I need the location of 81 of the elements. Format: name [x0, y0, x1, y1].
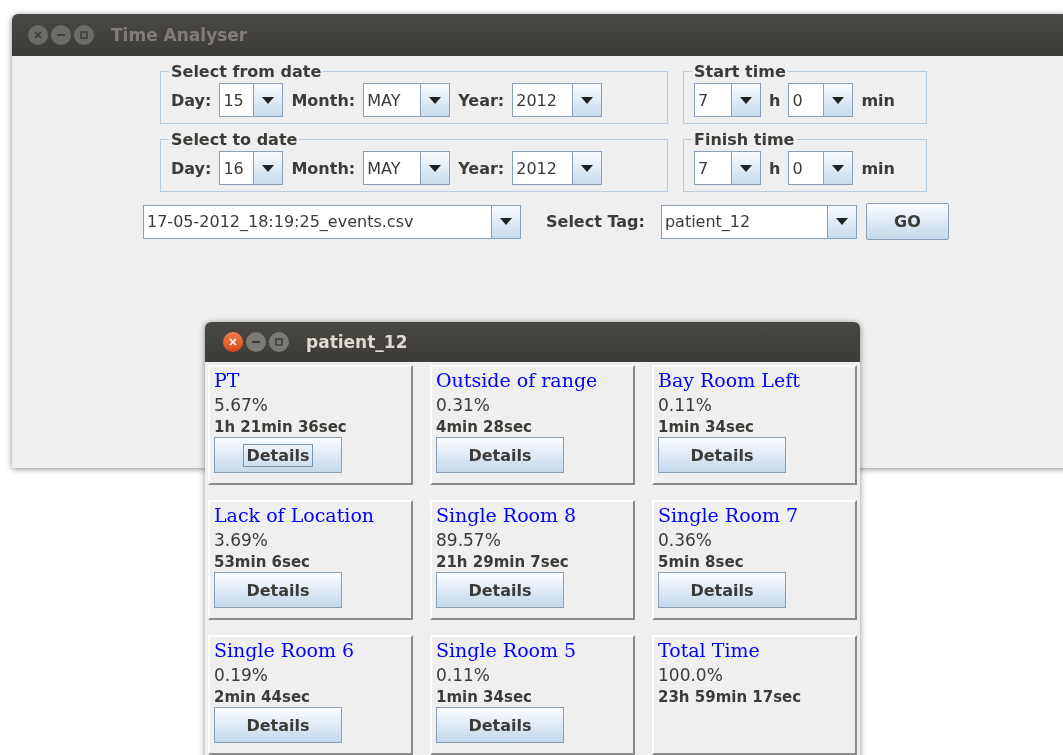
duration: 23h 59min 17sec [658, 687, 802, 707]
details-button[interactable]: Details [436, 707, 564, 743]
group-title: Select to date [170, 130, 299, 149]
dropdown[interactable]: MAY [363, 151, 451, 185]
details-button[interactable]: Details [214, 707, 342, 743]
caret-icon [500, 218, 512, 225]
field-label: Year: [458, 158, 505, 178]
caret-icon [740, 164, 752, 172]
details-button[interactable]: Details [658, 572, 786, 608]
dropdown[interactable]: 0 [788, 151, 854, 185]
dropdown[interactable]: 2012 [512, 151, 603, 185]
details-button[interactable]: Details [214, 572, 342, 608]
duration: 2min 44sec [214, 687, 310, 707]
close-icon[interactable] [223, 332, 243, 352]
details-button[interactable]: Details [436, 572, 564, 608]
go-button[interactable]: GO [865, 203, 949, 240]
location-name: Single Room 8 [436, 503, 577, 528]
duration: 1min 34sec [436, 687, 532, 707]
field-label: Year: [458, 90, 505, 110]
group-title: Start time [693, 62, 787, 81]
maximize-icon[interactable] [269, 332, 289, 352]
unit-label: min [861, 90, 895, 110]
caret-icon [262, 164, 275, 172]
unit-label: h [769, 90, 781, 110]
duration: 4min 28sec [436, 417, 532, 437]
location-name: PT [214, 368, 240, 393]
percentage: 0.19% [214, 664, 268, 687]
group-title: Select from date [170, 62, 323, 81]
duration: 53min 6sec [214, 552, 310, 572]
percentage: 5.67% [214, 394, 268, 417]
field-label: Month: [291, 158, 356, 178]
percentage: 0.31% [436, 394, 490, 417]
location-name: Lack of Location [214, 503, 375, 528]
unit-label: h [769, 158, 781, 178]
caret-icon [832, 96, 845, 104]
details-button[interactable]: Details [214, 437, 342, 473]
dropdown[interactable]: 2012 [512, 83, 603, 117]
duration: 1h 21min 36sec [214, 417, 347, 437]
percentage: 0.11% [658, 394, 712, 417]
percentage: 3.69% [214, 529, 268, 552]
window-title: patient_12 [306, 332, 408, 352]
caret-icon [581, 164, 594, 172]
details-button[interactable]: Details [436, 437, 564, 473]
caret-icon [835, 218, 848, 225]
duration: 5min 8sec [658, 552, 744, 572]
maximize-icon[interactable] [74, 25, 94, 45]
location-name: Total Time [658, 638, 760, 663]
window-title: Time Analyser [111, 25, 248, 45]
duration: 1min 34sec [658, 417, 754, 437]
percentage: 0.36% [658, 529, 712, 552]
location-name: Outside of range [436, 368, 598, 393]
dropdown[interactable]: 7 [694, 83, 761, 117]
caret-icon [429, 96, 442, 104]
dropdown[interactable]: MAY [363, 83, 451, 117]
percentage: 89.57% [436, 529, 501, 552]
location-name: Single Room 5 [436, 638, 577, 663]
location-name: Single Room 7 [658, 503, 799, 528]
caret-icon [581, 96, 594, 104]
field-label: Day: [171, 158, 212, 178]
minimize-icon[interactable] [51, 25, 71, 45]
dropdown[interactable]: 16 [219, 151, 284, 185]
caret-icon [740, 96, 752, 104]
duration: 21h 29min 7sec [436, 552, 569, 572]
dropdown[interactable]: patient_12 [660, 204, 857, 239]
caret-icon [262, 96, 275, 104]
location-name: Bay Room Left [658, 368, 800, 393]
group-title: Finish time [693, 130, 796, 149]
percentage: 100.0% [658, 664, 723, 687]
field-label: Month: [291, 90, 356, 110]
details-button[interactable]: Details [658, 437, 786, 473]
percentage: 0.11% [436, 664, 490, 687]
dropdown[interactable]: 17-05-2012_18:19:25_events.csv [143, 204, 521, 239]
location-name: Single Room 6 [214, 638, 355, 663]
tag-label: Select Tag: [546, 212, 645, 231]
unit-label: min [861, 158, 895, 178]
dropdown[interactable]: 15 [219, 83, 284, 117]
caret-icon [832, 164, 845, 172]
field-label: Day: [171, 90, 212, 110]
caret-icon [429, 164, 442, 172]
dropdown[interactable]: 7 [694, 151, 761, 185]
dropdown[interactable]: 0 [788, 83, 854, 117]
